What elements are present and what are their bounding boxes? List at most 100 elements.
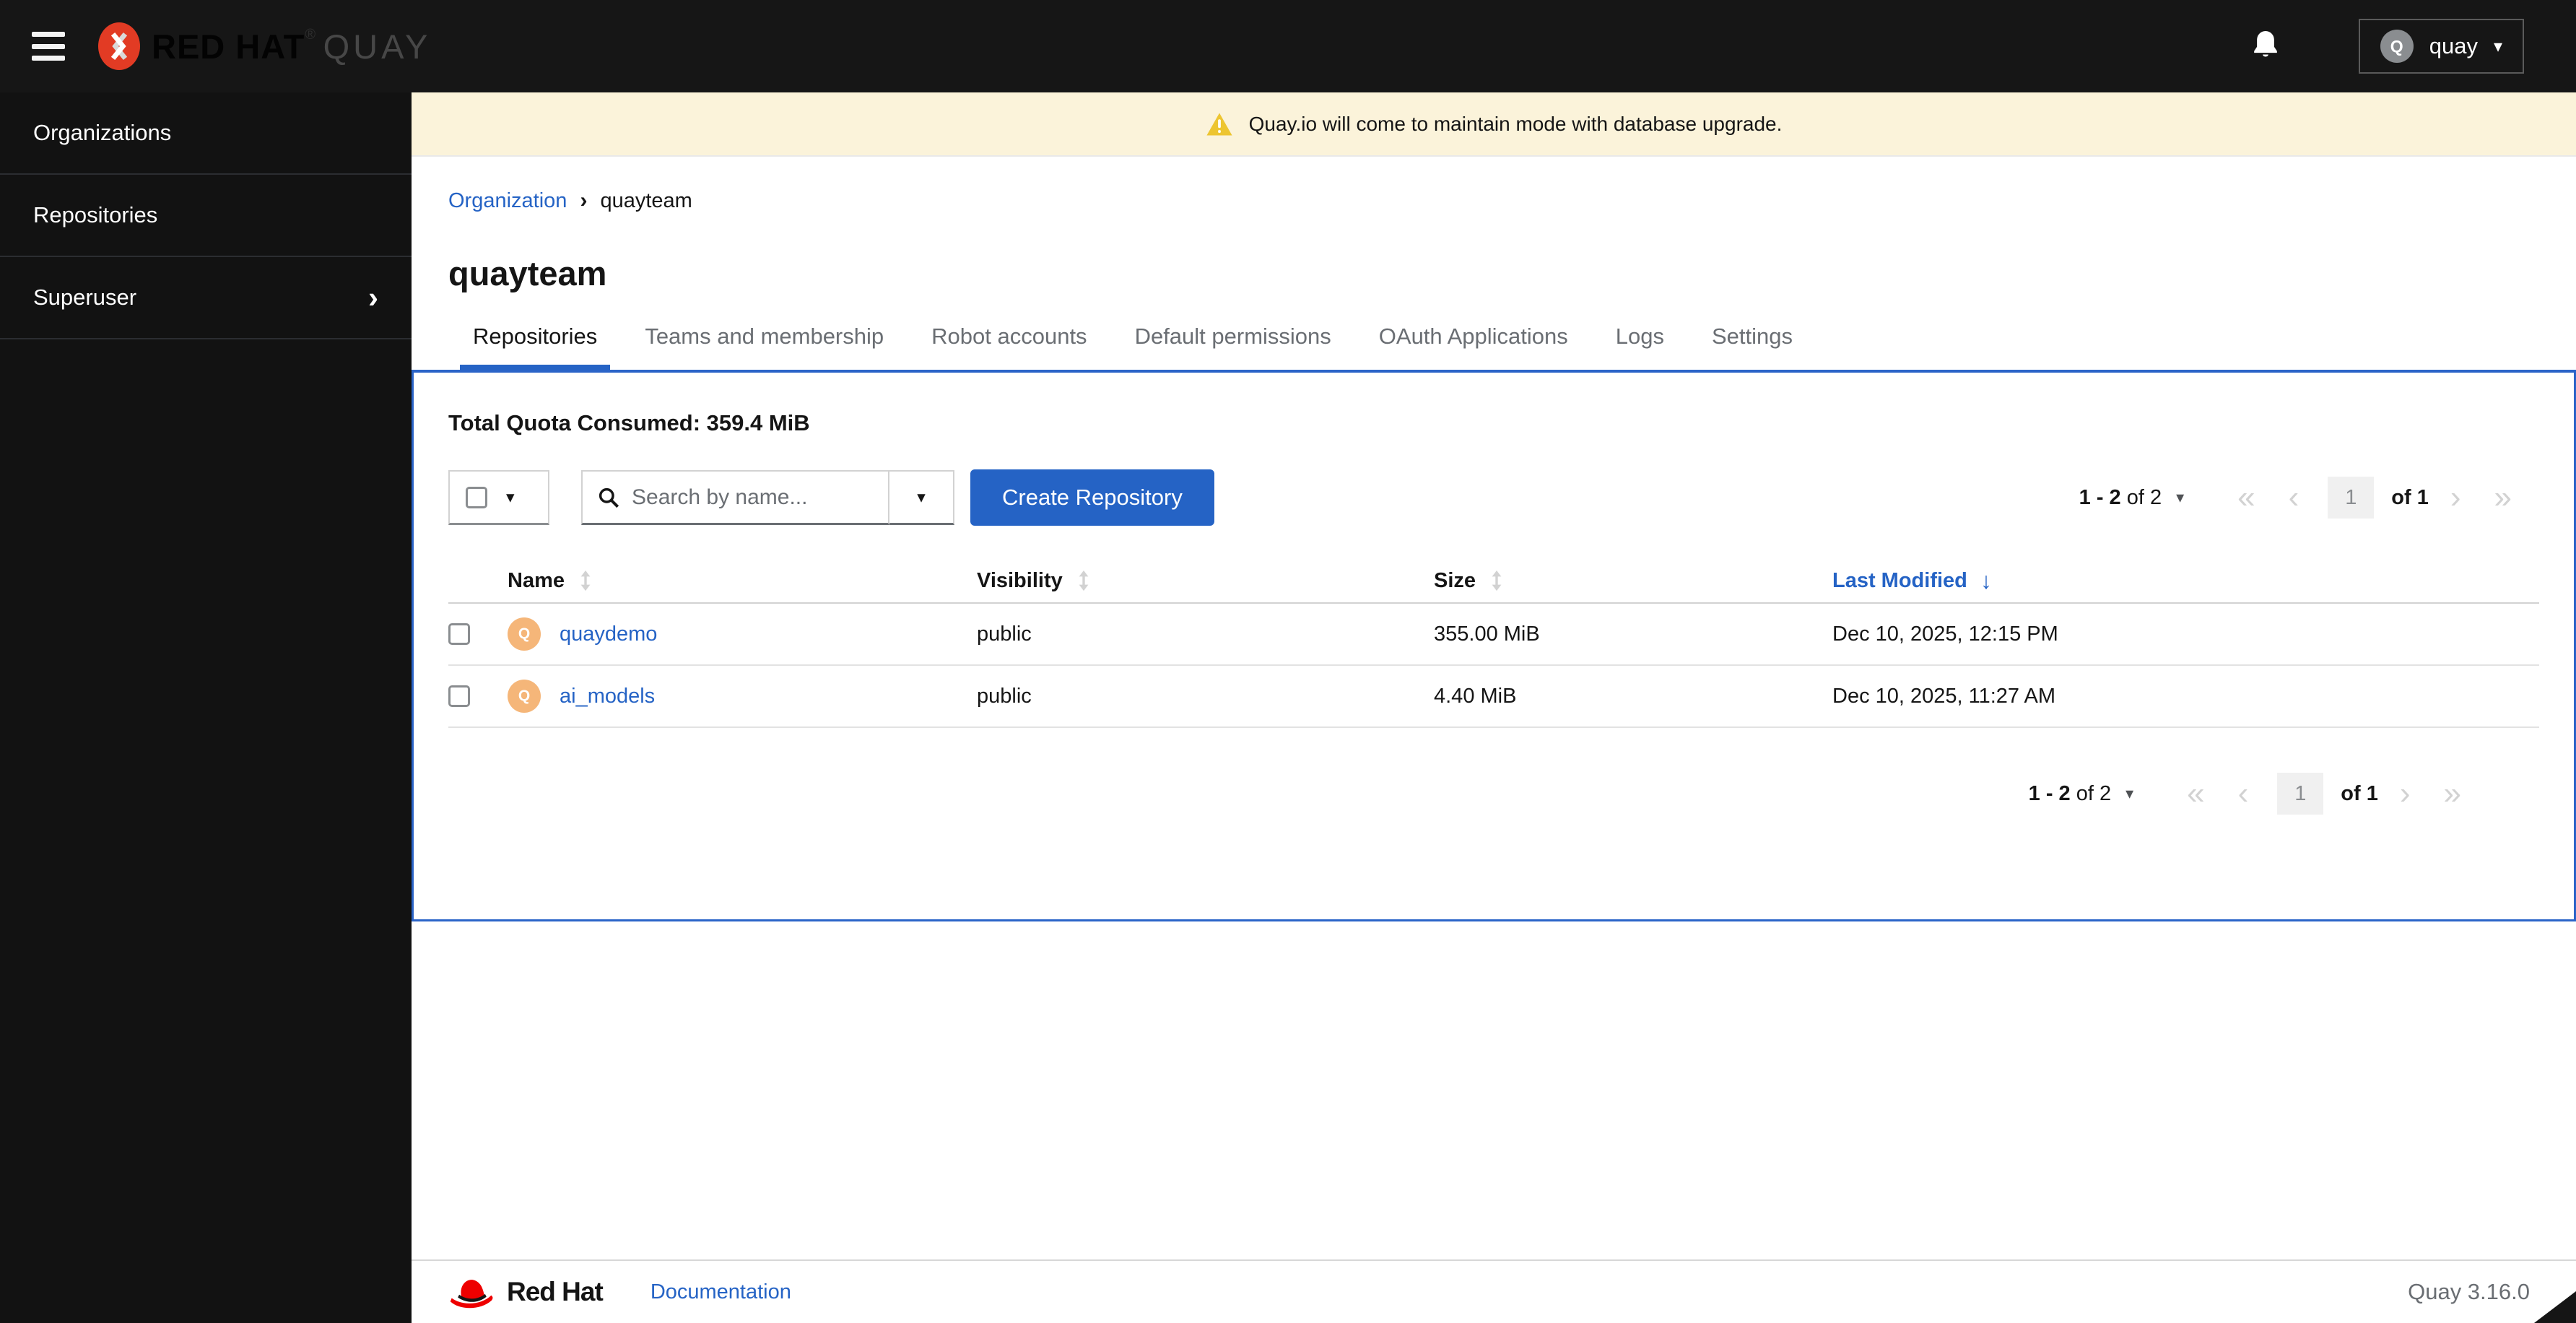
repo-visibility: public [977,684,1032,708]
quay-logo: RED HAT® QUAY [98,22,431,70]
redhat-fedora-icon [450,1280,493,1309]
footer: Red Hat Documentation Quay 3.16.0 [412,1259,2576,1323]
search-input[interactable] [632,485,863,510]
pagination-bottom: 1 - 2 of 2 ▾ « ‹ of 1 › » [2029,773,2473,815]
repo-link[interactable]: ai_models [560,685,655,708]
breadcrumb-separator-icon: › [580,188,588,212]
next-page-button[interactable]: › [2388,778,2422,810]
last-page-button[interactable]: » [2432,778,2473,810]
pagination-menu-caret-icon[interactable]: ▾ [2176,488,2184,507]
breadcrumb-organization-link[interactable]: Organization [448,189,567,213]
redhat-brand-text: Red Hat [507,1277,604,1306]
user-avatar: Q [2380,30,2414,63]
brand-wordmark: RED HAT® QUAY [152,27,431,66]
sort-icon[interactable] [1489,570,1505,591]
sort-descending-icon[interactable]: ↓ [1980,568,1992,594]
chevron-right-icon: › [368,280,378,314]
repo-avatar: Q [508,680,541,713]
sidebar-item-organizations[interactable]: Organizations [0,92,412,175]
pagination-range: 1 - 2 of 2 [2029,782,2111,806]
registered-mark: ® [305,26,316,43]
hamburger-menu-icon[interactable] [32,32,65,61]
first-page-button[interactable]: « [2226,482,2266,513]
pagination-range: 1 - 2 of 2 [2079,486,2162,510]
org-tabs: Repositories Teams and membership Robot … [412,324,2576,370]
table-row: Q quaydemo public 355.00 MiB Dec 10, 202… [448,604,2539,666]
row-checkbox[interactable] [448,623,470,645]
repo-link[interactable]: quaydemo [560,623,657,646]
previous-page-button[interactable]: ‹ [2277,482,2311,513]
documentation-link[interactable]: Documentation [650,1280,791,1304]
previous-page-button[interactable]: ‹ [2227,778,2260,810]
notifications-bell-icon[interactable] [2252,30,2279,64]
pagination-range-suffix: of 2 [2120,485,2162,509]
breadcrumb-current: quayteam [600,188,692,212]
maintenance-warning-banner: Quay.io will come to maintain mode with … [412,92,2576,157]
pagination-menu-caret-icon[interactable]: ▾ [2125,784,2133,803]
sort-icon[interactable] [578,570,593,591]
page-count: of 1 [2391,485,2429,509]
pagination-range-strong: 1 - 2 [2028,781,2071,805]
sort-icon[interactable] [1076,570,1092,591]
repositories-panel: Total Quota Consumed: 359.4 MiB ▾ ▾ Cr [412,370,2576,921]
main-content: Quay.io will come to maintain mode with … [412,92,2576,1323]
search-filter-dropdown[interactable]: ▾ [889,470,954,525]
tab-robot-accounts[interactable]: Robot accounts [931,324,1087,370]
pagination-range-strong: 1 - 2 [2079,485,2121,509]
tab-oauth-applications[interactable]: OAuth Applications [1379,324,1568,370]
total-quota-consumed: Total Quota Consumed: 359.4 MiB [448,410,810,435]
user-menu[interactable]: Q quay ▾ [2358,19,2524,74]
column-header-size[interactable]: Size [1434,569,1476,593]
tab-settings[interactable]: Settings [1712,324,1793,370]
sidebar-item-label: Repositories [33,202,158,227]
brand-redhat-text: RED HAT [152,27,305,66]
banner-message: Quay.io will come to maintain mode with … [1248,112,1783,135]
select-all-checkbox[interactable] [466,486,487,508]
pagination-top: 1 - 2 of 2 ▾ « ‹ of 1 › » [2079,477,2523,519]
column-header-last-modified[interactable]: Last Modified [1832,569,1967,593]
tab-logs[interactable]: Logs [1616,324,1664,370]
quay-version: Quay 3.16.0 [2408,1279,2530,1304]
sidebar-item-label: Organizations [33,120,172,145]
sidebar: Organizations Repositories Superuser › [0,92,412,1323]
search-box [581,470,889,525]
repo-visibility: public [977,622,1032,646]
repo-avatar: Q [508,617,541,651]
bulk-select-dropdown[interactable]: ▾ [448,470,549,525]
row-checkbox[interactable] [448,685,470,707]
repo-size: 4.40 MiB [1434,684,1517,708]
table-row: Q ai_models public 4.40 MiB Dec 10, 2025… [448,666,2539,728]
search-group: ▾ [581,470,954,525]
corner-resize-triangle [2534,1291,2576,1323]
next-page-button[interactable]: › [2439,482,2473,513]
tab-teams-and-membership[interactable]: Teams and membership [645,324,884,370]
repo-last-modified: Dec 10, 2025, 12:15 PM [1832,622,2058,646]
pagination-range-suffix: of 2 [2070,781,2112,805]
create-repository-button[interactable]: Create Repository [970,469,1214,526]
search-icon [599,487,619,508]
user-name: quay [2429,33,2478,58]
user-menu-caret-icon: ▾ [2493,36,2502,56]
repo-last-modified: Dec 10, 2025, 11:27 AM [1832,684,2056,708]
last-page-button[interactable]: » [2483,482,2523,513]
repositories-table: Name Visibility Size Last Modified ↓ Q q… [448,559,2539,728]
repo-size: 355.00 MiB [1434,622,1540,646]
first-page-button[interactable]: « [2175,778,2216,810]
quay-logo-mark-icon [98,22,140,70]
brand-quay-text: QUAY [323,27,432,66]
tab-repositories[interactable]: Repositories [459,324,611,370]
sidebar-item-repositories[interactable]: Repositories [0,175,412,257]
column-header-name[interactable]: Name [508,569,565,593]
redhat-footer-logo: Red Hat [448,1275,604,1309]
current-page-input[interactable] [2328,477,2375,519]
warning-triangle-icon [1206,113,1232,135]
masthead: RED HAT® QUAY Q quay ▾ [0,0,2576,92]
chevron-down-icon: ▾ [917,487,926,506]
column-header-visibility[interactable]: Visibility [977,569,1063,593]
sidebar-item-superuser[interactable]: Superuser › [0,257,412,339]
breadcrumb: Organization › quayteam [412,157,2576,213]
tab-default-permissions[interactable]: Default permissions [1135,324,1331,370]
chevron-down-icon: ▾ [506,487,515,506]
current-page-input[interactable] [2277,773,2324,815]
page-title: quayteam [448,254,607,292]
